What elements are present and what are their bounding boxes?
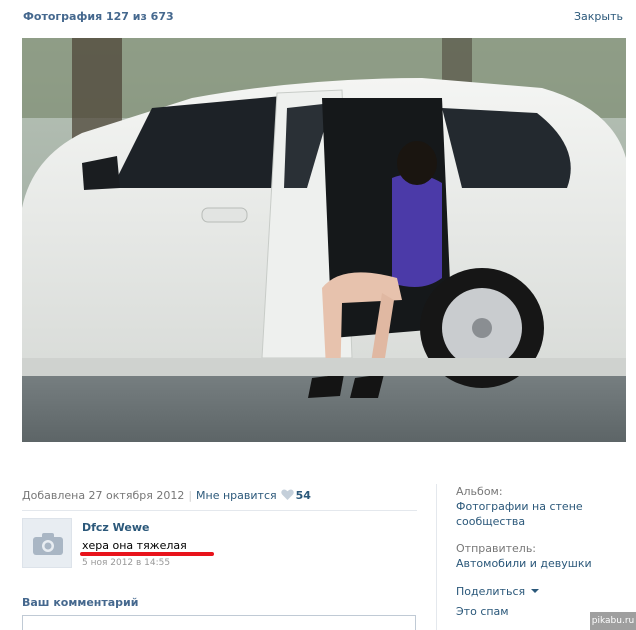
comment-item: Dfcz Wewe хера она тяжелая 5 ноя 2012 в …	[22, 518, 417, 570]
added-date: Добавлена 27 октября 2012	[22, 489, 185, 502]
comment-input[interactable]	[22, 615, 416, 630]
comment-text: хера она тяжелая	[82, 539, 187, 552]
watermark: pikabu.ru	[590, 612, 636, 630]
comment-author[interactable]: Dfcz Wewe	[82, 521, 150, 534]
chevron-down-icon[interactable]	[531, 589, 540, 593]
photo-meta: Добавлена 27 октября 2012 | Мне нравится 54	[22, 489, 311, 502]
red-underline-annotation	[80, 552, 214, 556]
meta-separator: |	[188, 489, 193, 502]
divider	[22, 510, 417, 511]
close-link[interactable]: Закрыть	[574, 10, 623, 23]
share-label[interactable]: Поделиться	[456, 585, 525, 598]
camera-icon	[33, 533, 63, 555]
your-comment-label: Ваш комментарий	[22, 596, 139, 609]
photo-counter-title: Фотография 127 из 673	[23, 10, 174, 23]
comment-date[interactable]: 5 ноя 2012 в 14:55	[82, 558, 170, 568]
like-count[interactable]: 54	[296, 489, 311, 502]
sender-link[interactable]: Автомобили и девушки	[456, 556, 592, 571]
album-label: Альбом:	[456, 485, 503, 498]
like-button[interactable]: Мне нравится	[196, 489, 277, 502]
avatar[interactable]	[22, 518, 72, 568]
album-link[interactable]: Фотографии на стене сообщества	[456, 499, 606, 529]
share-button[interactable]: Поделиться	[456, 584, 540, 599]
photo-viewer-header: Фотография 127 из 673 Закрыть	[0, 0, 636, 36]
heart-icon[interactable]	[280, 489, 294, 500]
photo-image[interactable]	[22, 38, 626, 442]
sidebar-divider	[436, 484, 437, 630]
report-spam-link[interactable]: Это спам	[456, 604, 509, 619]
sender-label: Отправитель:	[456, 542, 537, 555]
